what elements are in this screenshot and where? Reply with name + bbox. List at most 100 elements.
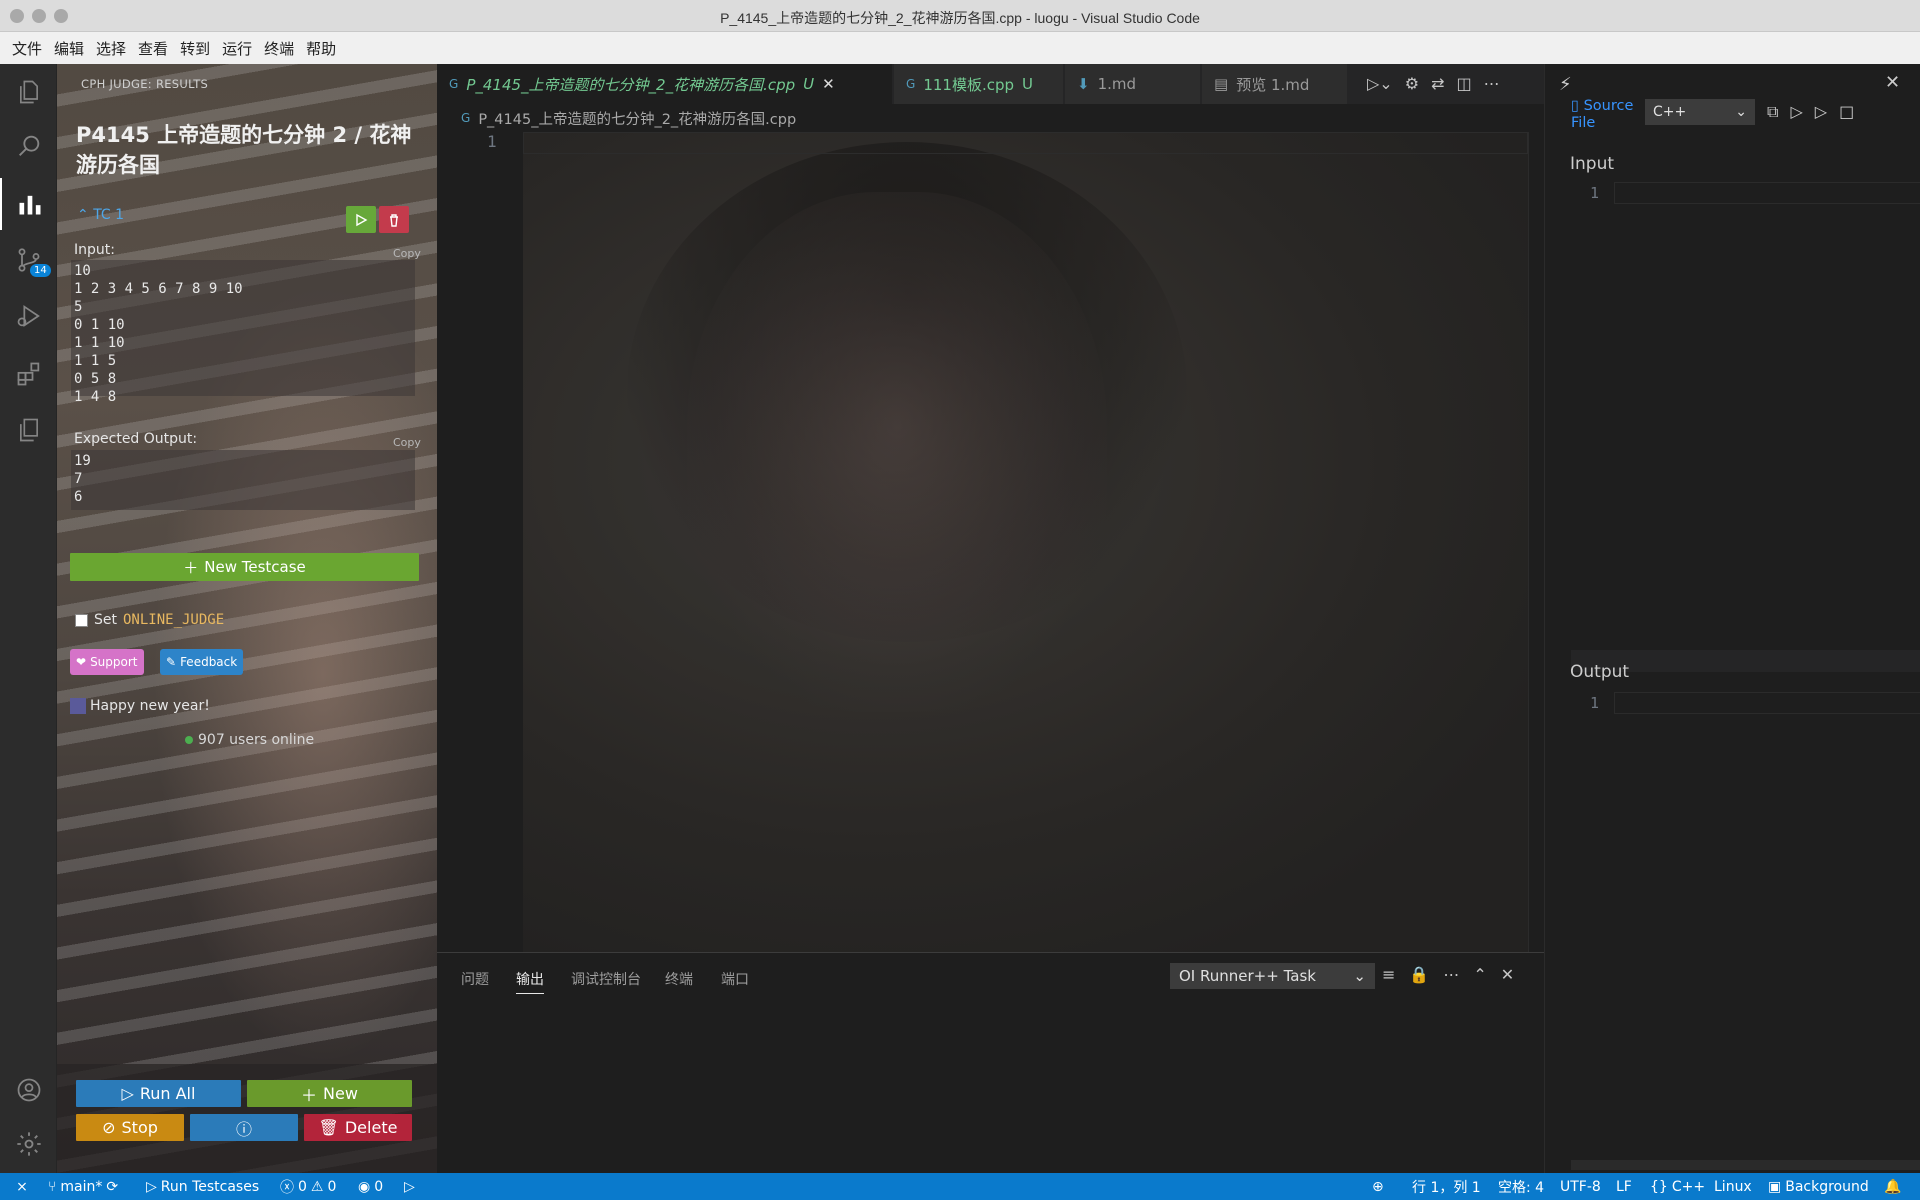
language-mode[interactable]: {} C++ xyxy=(1650,1173,1705,1200)
copy-expected-button[interactable]: Copy xyxy=(393,436,421,449)
run-all-button[interactable]: ▷ Run All xyxy=(76,1080,241,1107)
indentation[interactable]: 空格: 4 xyxy=(1498,1173,1544,1200)
expected-output-value: 19 7 6 xyxy=(71,450,415,510)
title-bar: P_4145_上帝造题的七分钟_2_花神游历各国.cpp - luogu - V… xyxy=(0,0,1920,32)
tab-terminal[interactable]: 终端 xyxy=(665,969,693,989)
editor-area[interactable]: 1 xyxy=(437,132,1544,952)
chevron-up-icon: ⌃ xyxy=(77,207,89,223)
run-testcase-button[interactable] xyxy=(346,206,376,233)
open-changes-icon[interactable]: ⇄ xyxy=(1431,74,1444,93)
run-with-input-icon[interactable]: ▷ xyxy=(1815,102,1827,122)
run-icon[interactable]: ▷ xyxy=(1790,102,1802,122)
cpp-file-icon: G xyxy=(449,77,459,91)
online-users: 907 users online xyxy=(185,732,314,748)
status-bar: ⨯ ⑂ main* ⟳ ▷ Run Testcases ⓧ 0 ⚠ 0 ◉ 0 ▷ ⊕… xyxy=(0,1173,1920,1200)
menu-selection[interactable]: 选择 xyxy=(90,38,132,59)
feedback-button[interactable]: ✎ Feedback xyxy=(160,649,244,675)
online-judge-toggle: Set ONLINE_JUDGE xyxy=(75,612,224,628)
tab-output[interactable]: 输出 xyxy=(516,969,544,994)
menu-help[interactable]: 帮助 xyxy=(300,38,342,59)
stop-icon[interactable]: □ xyxy=(1839,102,1854,122)
menu-run[interactable]: 运行 xyxy=(216,38,258,59)
end-of-line[interactable]: LF xyxy=(1616,1173,1632,1200)
editor-scrollbar[interactable] xyxy=(1528,132,1544,952)
background-icon: ▣ xyxy=(1768,1178,1782,1195)
delete-testcase-button[interactable] xyxy=(379,206,409,233)
cph-judge-icon[interactable] xyxy=(0,178,57,230)
fireworks-icon xyxy=(70,698,86,714)
input-label: Input: xyxy=(74,242,115,258)
ports-indicator[interactable]: ◉ 0 xyxy=(358,1173,383,1200)
extensions-icon[interactable] xyxy=(0,348,57,400)
close-panel-icon[interactable]: ✕ xyxy=(1885,72,1900,93)
manage-gear-icon[interactable] xyxy=(0,1118,57,1170)
new-button[interactable]: ＋ New xyxy=(247,1080,412,1107)
menu-terminal[interactable]: 终端 xyxy=(258,38,300,59)
run-debug-icon[interactable] xyxy=(0,290,57,342)
source-file-link[interactable]: ▯ Source File xyxy=(1571,98,1641,132)
copy-input-button[interactable]: Copy xyxy=(393,247,421,260)
debug-run-icon[interactable]: ▷ xyxy=(404,1173,415,1200)
support-button[interactable]: ❤ Support xyxy=(70,649,144,675)
input-current-line xyxy=(1614,182,1920,204)
branch-icon: ⑂ xyxy=(48,1178,57,1195)
input-editor[interactable]: 1 xyxy=(1571,182,1920,650)
lock-scroll-icon[interactable]: 🔒 xyxy=(1409,965,1429,984)
remote-explorer-icon[interactable] xyxy=(0,404,57,456)
info-icon: ⓘ xyxy=(235,1119,252,1139)
os-indicator[interactable]: Linux xyxy=(1714,1173,1752,1200)
warning-icon: ⚠ xyxy=(310,1178,324,1195)
explorer-icon[interactable] xyxy=(0,66,57,118)
menu-file[interactable]: 文件 xyxy=(6,38,48,59)
testcase-header[interactable]: ⌃ TC 1 xyxy=(77,207,124,223)
more-actions-icon[interactable]: ⋯ xyxy=(1484,74,1500,93)
run-testcases-item[interactable]: ▷ Run Testcases xyxy=(146,1173,259,1200)
cpp-file-icon: G xyxy=(461,111,471,125)
menu-view[interactable]: 查看 xyxy=(132,38,174,59)
menu-go[interactable]: 转到 xyxy=(174,38,216,59)
language-select[interactable]: C++ ⌄ xyxy=(1645,99,1755,125)
remote-indicator-icon[interactable]: ⨯ xyxy=(8,1173,36,1200)
output-channel-select[interactable]: OI Runner++ Task ⌄ xyxy=(1170,963,1375,989)
zoom-icon[interactable]: ⊕ xyxy=(1372,1173,1384,1200)
close-tab-icon[interactable]: ✕ xyxy=(822,75,835,93)
run-code-icon[interactable]: ▷⌄ xyxy=(1367,74,1393,93)
tab-1-md[interactable]: ⬇ 1.md xyxy=(1065,64,1201,104)
menu-edit[interactable]: 编辑 xyxy=(48,38,90,59)
tab-111-template[interactable]: G 111模板.cpp U xyxy=(894,64,1064,104)
feedback-icon: ✎ xyxy=(166,655,177,669)
encoding[interactable]: UTF-8 xyxy=(1560,1173,1601,1200)
info-button[interactable]: ⓘ xyxy=(190,1114,298,1141)
activity-bar: 14 xyxy=(0,64,57,1173)
tab-preview-1-md[interactable]: ▤ 预览 1.md xyxy=(1202,64,1348,104)
more-actions-icon[interactable]: ⋯ xyxy=(1443,965,1459,984)
split-editor-icon[interactable]: ◫ xyxy=(1456,74,1471,93)
online-judge-checkbox[interactable] xyxy=(75,613,88,627)
delete-button[interactable]: 🗑 Delete xyxy=(304,1114,412,1141)
tab-p4145[interactable]: G P_4145_上帝造题的七分钟_2_花神游历各国.cpp U ✕ xyxy=(437,64,893,104)
new-window-icon[interactable]: ⧉ xyxy=(1767,102,1778,122)
new-testcase-button[interactable]: ＋ New Testcase xyxy=(70,553,419,581)
tab-ports[interactable]: 端口 xyxy=(721,969,749,989)
breadcrumb-file[interactable]: P_4145_上帝造题的七分钟_2_花神游历各国.cpp xyxy=(478,108,796,129)
branch-indicator[interactable]: ⑂ main* ⟳ xyxy=(48,1173,118,1200)
horizontal-scrollbar[interactable] xyxy=(1571,1160,1920,1170)
stop-icon: ⊘ xyxy=(102,1118,116,1137)
current-line-highlight xyxy=(523,132,1528,154)
clear-output-icon[interactable]: ≡ xyxy=(1382,965,1395,984)
cursor-position[interactable]: 行 1，列 1 xyxy=(1412,1173,1481,1200)
background-toggle[interactable]: ▣ Background xyxy=(1768,1173,1869,1200)
accounts-icon[interactable] xyxy=(0,1064,57,1116)
search-icon[interactable] xyxy=(0,120,57,172)
maximize-panel-icon[interactable]: ⌃ xyxy=(1473,965,1486,984)
online-dot-icon xyxy=(185,736,193,744)
tab-debug-console[interactable]: 调试控制台 xyxy=(571,969,641,989)
close-panel-icon[interactable]: ✕ xyxy=(1501,965,1514,984)
expected-output-label: Expected Output: xyxy=(74,431,198,447)
tab-problems[interactable]: 问题 xyxy=(461,969,489,989)
stop-button[interactable]: ⊘ Stop xyxy=(76,1114,184,1141)
source-control-icon[interactable]: 14 xyxy=(0,234,57,286)
problems-indicator[interactable]: ⓧ 0 ⚠ 0 xyxy=(280,1173,336,1200)
settings-gear-icon[interactable]: ⚙ xyxy=(1405,74,1419,93)
notifications-bell-icon[interactable]: 🔔 xyxy=(1884,1173,1901,1200)
